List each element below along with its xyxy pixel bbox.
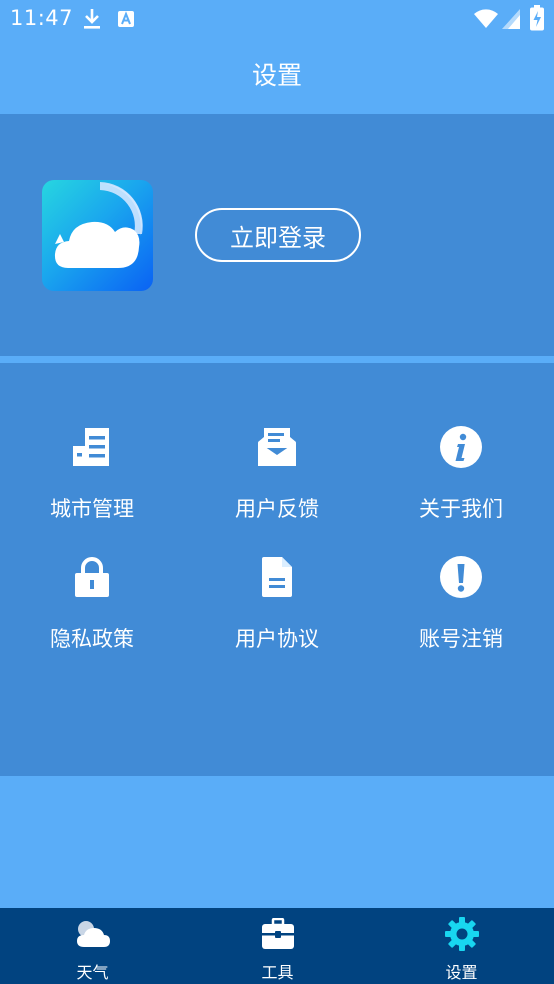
status-bar: 11:47 xyxy=(0,0,554,38)
nav-tab-weather[interactable]: 天气 xyxy=(0,908,185,984)
menu-item-account-deletion[interactable]: 账号注销 xyxy=(386,553,536,663)
bottom-nav: 天气 工具 设置 xyxy=(0,908,554,984)
battery-charging-icon xyxy=(530,5,544,35)
lock-icon xyxy=(68,553,116,601)
menu-item-label: 关于我们 xyxy=(419,497,503,521)
signal-icon xyxy=(502,9,520,33)
nav-tab-label: 工具 xyxy=(261,963,294,982)
status-time: 11:47 xyxy=(10,6,74,30)
exclamation-icon xyxy=(437,553,485,601)
moon-cloud-logo-icon xyxy=(54,182,143,268)
weather-cloud-icon xyxy=(75,916,111,952)
nav-tab-tools[interactable]: 工具 xyxy=(185,908,370,984)
wifi-icon xyxy=(474,9,498,33)
menu-item-privacy-policy[interactable]: 隐私政策 xyxy=(17,553,167,663)
login-button[interactable]: 立即登录 xyxy=(195,208,361,262)
page-title: 设置 xyxy=(251,61,302,90)
menu-item-label: 隐私政策 xyxy=(50,627,134,651)
app-logo xyxy=(42,180,153,291)
nav-tab-label: 设置 xyxy=(445,963,478,982)
section-divider xyxy=(0,356,554,363)
profile-section: 立即登录 xyxy=(0,114,554,356)
menu-item-about-us[interactable]: 关于我们 xyxy=(386,423,536,533)
menu-item-label: 城市管理 xyxy=(50,497,134,521)
info-icon xyxy=(437,423,485,471)
menu-item-label: 用户协议 xyxy=(235,627,319,651)
gear-icon xyxy=(444,916,480,952)
city-list-icon xyxy=(68,423,116,471)
toolbox-icon xyxy=(260,916,296,952)
nav-tab-settings[interactable]: 设置 xyxy=(369,908,554,984)
download-icon xyxy=(82,7,102,35)
menu-item-user-agreement[interactable]: 用户协议 xyxy=(202,553,352,663)
document-icon xyxy=(253,553,301,601)
menu-item-user-feedback[interactable]: 用户反馈 xyxy=(202,423,352,533)
menu-item-label: 账号注销 xyxy=(419,627,503,651)
nav-tab-label: 天气 xyxy=(76,963,109,982)
menu-item-city-management[interactable]: 城市管理 xyxy=(17,423,167,533)
title-bar: 设置 xyxy=(0,38,554,114)
feedback-mail-icon xyxy=(253,423,301,471)
settings-menu-grid: 城市管理 用户反馈 关于我们 隐私政策 用户协议 账号注销 xyxy=(0,363,554,776)
menu-item-label: 用户反馈 xyxy=(235,497,319,521)
app-notification-icon xyxy=(117,10,135,32)
